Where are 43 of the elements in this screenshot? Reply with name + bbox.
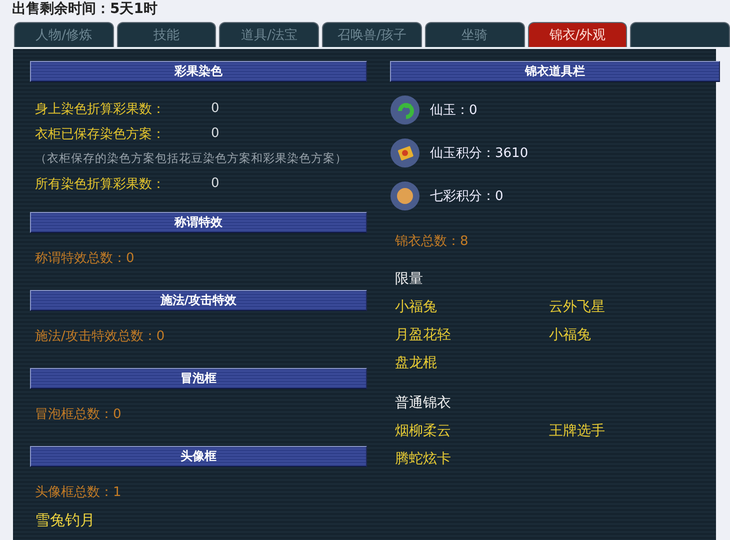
section-header: 彩果染色	[30, 61, 367, 82]
tab[interactable]: 人物/修炼	[14, 22, 114, 47]
tab[interactable]: 坐骑	[424, 22, 525, 47]
tab[interactable]: 技能	[116, 22, 216, 47]
stat-label: 身上染色折算彩果数：	[35, 100, 166, 118]
total-text: 施法/攻击特效总数：0	[35, 328, 165, 344]
ticket-icon	[390, 138, 420, 168]
total-text: 称谓特效总数：0	[35, 250, 134, 266]
section-header: 称谓特效	[30, 212, 367, 233]
tab[interactable]: 召唤兽/孩子	[322, 22, 422, 47]
outfit-name: 云外飞星	[549, 298, 606, 316]
outfit-name: 小福兔	[395, 298, 438, 316]
currency-text: 七彩积分：0	[430, 188, 504, 204]
outfit-name: 烟柳柔云	[395, 422, 452, 440]
item-name: 雪兔钓月	[35, 511, 95, 530]
currency-text: 仙玉积分：3610	[430, 144, 528, 162]
stat-label: 所有染色折算彩果数：	[35, 176, 166, 192]
outfit-name: 腾蛇炫卡	[395, 450, 452, 468]
currency-text: 仙玉：0	[430, 102, 478, 118]
section-header: 头像框	[30, 446, 367, 467]
tab[interactable]: 锦衣/外观	[528, 22, 628, 47]
outfit-name: 盘龙棍	[395, 354, 438, 372]
outfit-name: 小福兔	[549, 326, 592, 344]
jade-icon	[390, 94, 420, 124]
note-text: （衣柜保存的染色方案包括花豆染色方案和彩果染色方案）	[35, 151, 347, 166]
group-title: 普通锦衣	[395, 394, 451, 412]
orb-icon	[390, 180, 420, 210]
tab[interactable]: 道具/法宝	[219, 22, 320, 47]
section-header: 锦衣道具栏	[390, 61, 720, 82]
section-header: 冒泡框	[30, 368, 367, 389]
stat-value: 0	[211, 126, 220, 141]
sale-remaining-time: 出售剩余时间：5天1时	[12, 0, 158, 18]
outfit-name: 王牌选手	[549, 422, 606, 440]
tab[interactable]	[630, 22, 730, 47]
total-text: 冒泡框总数：0	[35, 406, 122, 422]
total-text: 头像框总数：1	[35, 484, 122, 500]
group-title: 限量	[395, 270, 423, 288]
total-text: 锦衣总数：8	[395, 233, 468, 250]
section-header: 施法/攻击特效	[30, 290, 367, 311]
stat-value: 0	[211, 176, 220, 191]
stat-label: 衣柜已保存染色方案：	[35, 126, 166, 142]
stat-value: 0	[211, 101, 220, 116]
outfit-name: 月盈花轻	[395, 326, 452, 344]
